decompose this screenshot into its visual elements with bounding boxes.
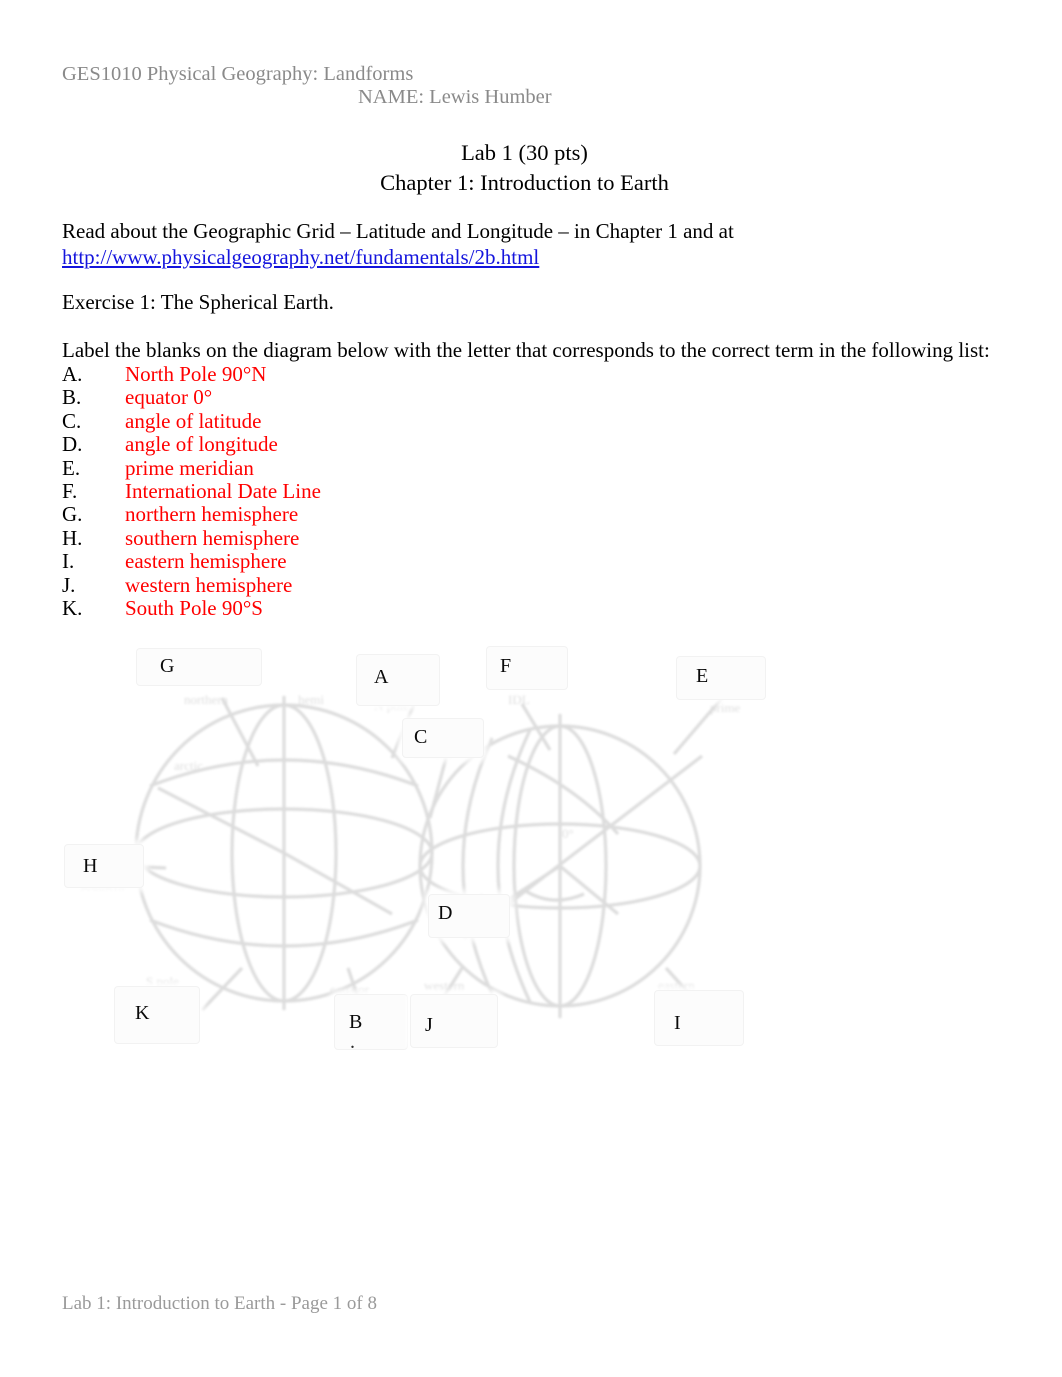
list-item-term: prime meridian — [125, 455, 254, 480]
reading-instruction: Read about the Geographic Grid – Latitud… — [62, 219, 1002, 270]
diagram-letter-g: G — [160, 655, 175, 677]
svg-text:western: western — [424, 978, 465, 993]
svg-text:hemi: hemi — [298, 692, 324, 707]
course-header: GES1010 Physical Geography: Landforms — [62, 63, 414, 85]
answer-term-list: A. North Pole 90°N B. equator 0° C. angle o… — [62, 362, 562, 620]
diagram-dot-mark: . — [350, 1031, 355, 1053]
student-name-header: NAME: Lewis Humber — [358, 86, 552, 108]
diagram-letter-b: B — [349, 1011, 363, 1033]
answer-box[interactable] — [64, 844, 144, 888]
list-item-term: northern hemisphere — [125, 502, 299, 527]
list-item: I. eastern hemisphere — [62, 549, 562, 574]
list-item: J. western hemisphere — [62, 572, 562, 597]
diagram-letter-c: C — [414, 726, 428, 748]
list-item: K. South Pole 90°S — [62, 595, 562, 620]
answer-box[interactable] — [136, 648, 262, 686]
list-item-letter: A. — [62, 362, 83, 386]
answer-box[interactable] — [486, 646, 568, 690]
svg-text:IDL: IDL — [508, 692, 530, 707]
list-item-letter: E. — [62, 455, 81, 480]
list-item-term: North Pole 90°N — [125, 362, 267, 386]
physicalgeography-link[interactable]: http://www.physicalgeography.net/fundame… — [62, 245, 539, 269]
answer-box[interactable] — [410, 994, 498, 1048]
globe-diagram: northern hemi N pole IDL prime latitude … — [62, 638, 782, 1063]
svg-text:arctic: arctic — [174, 758, 203, 773]
list-item-term: South Pole 90°S — [125, 595, 263, 620]
list-item: B. equator 0° — [62, 385, 562, 410]
diagram-letter-e: E — [696, 665, 709, 687]
list-item-term: equator 0° — [125, 385, 213, 410]
list-item-term: western hemisphere — [125, 572, 293, 597]
list-item: H. southern hemisphere — [62, 525, 562, 550]
list-item-term: southern hemisphere — [125, 525, 300, 550]
label-instruction: Label the blanks on the diagram below wi… — [62, 338, 990, 362]
list-item-term: International Date Line — [125, 478, 321, 503]
diagram-letter-f: F — [500, 655, 512, 677]
exercise-heading: Exercise 1: The Spherical Earth. — [62, 290, 334, 314]
answer-box[interactable] — [334, 994, 408, 1050]
svg-text:prime: prime — [710, 700, 741, 715]
diagram-letter-j: J — [425, 1014, 433, 1036]
list-item-term: eastern hemisphere — [125, 549, 287, 574]
diagram-letter-a: A — [374, 666, 389, 688]
diagram-letter-d: D — [438, 902, 453, 924]
answer-box[interactable] — [676, 656, 766, 700]
page-footer: Lab 1: Introduction to Earth - Page 1 of… — [62, 1293, 378, 1314]
diagram-letter-h: H — [83, 855, 98, 877]
svg-text:northern: northern — [184, 692, 229, 707]
svg-text:0°: 0° — [562, 826, 574, 841]
list-item: D. angle of longitude — [62, 432, 562, 457]
list-item-letter: B. — [62, 385, 82, 410]
diagram-letter-k: K — [135, 1002, 150, 1024]
list-item-letter: J. — [62, 572, 76, 597]
list-item: A. North Pole 90°N — [62, 362, 562, 386]
list-item-letter: I. — [62, 549, 75, 574]
reading-instruction-text: Read about the Geographic Grid – Latitud… — [62, 219, 734, 243]
page-title: Lab 1 (30 pts) Chapter 1: Introduction t… — [62, 138, 987, 198]
document-page: GES1010 Physical Geography: Landforms NA… — [0, 0, 1062, 1377]
list-item-term: angle of latitude — [125, 408, 262, 433]
list-item-term: angle of longitude — [125, 432, 278, 457]
answer-box[interactable] — [654, 990, 744, 1046]
answer-box[interactable] — [114, 986, 200, 1044]
title-line-lab: Lab 1 (30 pts) — [461, 140, 588, 165]
list-item: F. International Date Line — [62, 478, 562, 503]
list-item-letter: G. — [62, 502, 83, 527]
list-item-letter: D. — [62, 432, 83, 457]
list-item-letter: C. — [62, 408, 82, 433]
list-item-letter: H. — [62, 525, 83, 550]
list-item: G. northern hemisphere — [62, 502, 562, 527]
list-item-letter: F. — [62, 478, 78, 503]
answer-box[interactable] — [356, 654, 440, 706]
list-item: C. angle of latitude — [62, 408, 562, 433]
list-item-letter: K. — [62, 595, 83, 620]
title-line-chapter: Chapter 1: Introduction to Earth — [380, 170, 669, 195]
diagram-letter-i: I — [674, 1012, 681, 1034]
list-item: E. prime meridian — [62, 455, 562, 480]
